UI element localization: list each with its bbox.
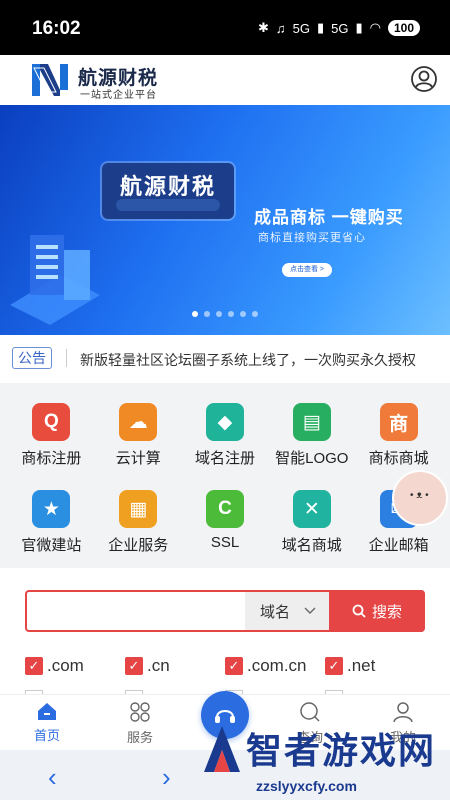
notice-tag: 公告 — [12, 347, 52, 369]
banner-title: 航源财税 — [119, 174, 216, 199]
home-icon — [38, 703, 56, 720]
tld-checkbox[interactable]: ✓ .com — [25, 656, 125, 676]
service-item[interactable]: ☁ 云计算 — [95, 403, 182, 468]
nav-services[interactable]: 服务 — [110, 701, 170, 746]
mascot-face: • ᴥ • — [410, 490, 429, 501]
service-label: 域名商城 — [281, 537, 342, 554]
service-label: 官微建站 — [21, 537, 82, 554]
search-type-select[interactable]: 域名 — [245, 592, 331, 630]
tld-label: .cn — [147, 656, 170, 675]
tld-checkbox[interactable]: ✓ .com.cn — [225, 656, 325, 676]
battery-indicator: 100 — [387, 20, 420, 36]
status-time: 16:02 — [32, 18, 81, 39]
trademark-register-icon: Q — [32, 403, 71, 441]
trademark-mall-icon: 商 — [379, 403, 418, 441]
banner-dot[interactable] — [192, 311, 198, 317]
domain-register-icon: ◆ — [205, 403, 244, 441]
watermark-url: zzslyyxcfy.com — [256, 778, 357, 794]
status-icons: ✱ ♫ 5G ▮ 5G ▮ ◠ 100 — [258, 20, 420, 36]
watermark-title: 智者游戏网 — [246, 730, 437, 771]
banner-pagination — [0, 311, 450, 317]
service-label: SSL — [210, 534, 240, 551]
service-item[interactable]: ★ 官微建站 — [8, 490, 95, 555]
nav-label-home: 首页 — [33, 728, 60, 743]
tld-checkbox[interactable]: ✓ .net — [325, 656, 425, 676]
banner-dot[interactable] — [240, 311, 246, 317]
banner-title-box: 航源财税 — [102, 163, 234, 219]
signal-label-2: 5G — [331, 20, 349, 36]
website-build-icon: ★ — [32, 490, 71, 528]
brand-slogan: 一站式企业平台 — [80, 90, 157, 101]
service-item[interactable]: 商商标商城 — [355, 403, 442, 468]
banner-dot[interactable] — [204, 311, 210, 317]
services-icon — [130, 702, 150, 722]
checkbox-checked-icon: ✓ — [125, 657, 143, 675]
banner-dot[interactable] — [228, 311, 234, 317]
service-item[interactable]: ▦ 企业服务 — [95, 490, 182, 555]
banner-dot[interactable] — [216, 311, 222, 317]
service-item[interactable]: ◆ 域名注册 — [182, 403, 269, 468]
signal-bars-icon-2: ▮ — [355, 20, 363, 35]
service-label: 智能LOGO — [275, 450, 349, 467]
tld-checkbox[interactable]: ✓ .cn — [125, 656, 225, 676]
domain-mall-icon: ✕ — [292, 490, 331, 528]
tld-label: .com.cn — [247, 656, 307, 675]
search-type-value: 域名 — [259, 603, 290, 621]
user-icon — [393, 702, 413, 723]
tld-label: .net — [347, 656, 376, 675]
chevron-down-icon — [304, 607, 316, 614]
nav-home[interactable]: 首页 — [17, 701, 77, 744]
earbuds-icon: ♫ — [275, 20, 286, 36]
domain-search-bar: 域名 搜索 — [25, 590, 425, 632]
checkbox-checked-icon: ✓ — [225, 657, 243, 675]
tld-label: .com — [47, 656, 84, 675]
service-item[interactable]: ▤ 智能LOGO — [268, 403, 355, 468]
forward-arrow-icon[interactable]: › — [162, 762, 171, 793]
service-item[interactable]: ✕ 域名商城 — [268, 490, 355, 555]
cloud-computing-icon: ☁ — [119, 403, 158, 441]
banner-headline: 成品商标 一键购买 — [254, 208, 404, 227]
notice-divider — [66, 349, 67, 367]
checkbox-checked-icon: ✓ — [325, 657, 343, 675]
mascot-pig-icon[interactable]: • ᴥ • — [392, 470, 448, 526]
service-item[interactable]: Q 商标注册 — [8, 403, 95, 468]
search-icon — [352, 604, 366, 618]
notice-bar[interactable]: 公告 新版轻量社区论坛圈子系统上线了，一次购买永久授权 — [0, 335, 450, 383]
service-label: 商标商城 — [368, 450, 429, 467]
search-button[interactable]: 搜索 — [329, 590, 425, 632]
banner-cta-button[interactable]: 点击查看 > — [282, 263, 332, 277]
search-button-label: 搜索 — [371, 603, 402, 621]
signal-label-1: 5G — [292, 20, 310, 36]
app-header: 航源财税 一站式企业平台 — [0, 55, 450, 105]
wifi-icon: ◠ — [369, 20, 381, 35]
banner-title-ribbon — [116, 199, 220, 211]
domain-search-input[interactable] — [29, 594, 241, 628]
service-label: 企业服务 — [108, 537, 169, 554]
ssl-icon: C — [205, 490, 244, 528]
bluetooth-icon: ✱ — [257, 20, 269, 35]
banner-subline: 商标直接购买更省心 — [258, 232, 366, 244]
brand-logo-icon — [32, 64, 68, 96]
smart-logo-icon: ▤ — [292, 403, 331, 441]
search-icon — [300, 702, 320, 722]
service-label: 云计算 — [115, 450, 161, 467]
service-item[interactable]: C SSL — [182, 490, 269, 555]
service-label: 域名注册 — [194, 450, 255, 467]
watermark-logo-icon — [204, 726, 240, 772]
nav-label-services: 服务 — [126, 730, 153, 745]
user-profile-icon[interactable] — [410, 65, 438, 93]
service-label: 企业邮箱 — [368, 537, 429, 554]
status-bar: 16:02 ✱ ♫ 5G ▮ 5G ▮ ◠ 100 — [0, 0, 450, 55]
signal-bars-icon: ▮ — [316, 20, 325, 35]
tld-checkbox-row: ✓ .com ✓ .cn ✓ .com.cn ✓ .net — [25, 656, 425, 676]
back-arrow-icon[interactable]: ‹ — [48, 762, 57, 793]
services-grid: Q 商标注册 ☁ 云计算 ◆ 域名注册 ▤ 智能LOGO 商商标商城 ★ 官微建站 ▦ 企业服务 C SSL… — [8, 403, 442, 555]
banner-dot[interactable] — [252, 311, 258, 317]
notice-text[interactable]: 新版轻量社区论坛圈子系统上线了，一次购买永久授权 — [80, 350, 416, 370]
checkbox-checked-icon: ✓ — [25, 657, 43, 675]
services-section: Q 商标注册 ☁ 云计算 ◆ 域名注册 ▤ 智能LOGO 商商标商城 ★ 官微建站 ▦ 企业服务 C SSL… — [0, 383, 450, 568]
service-label: 商标注册 — [21, 450, 82, 467]
enterprise-service-icon: ▦ — [119, 490, 158, 528]
promo-banner[interactable]: 航源财税 成品商标 一键购买 商标直接购买更省心 点击查看 > — [0, 105, 450, 335]
